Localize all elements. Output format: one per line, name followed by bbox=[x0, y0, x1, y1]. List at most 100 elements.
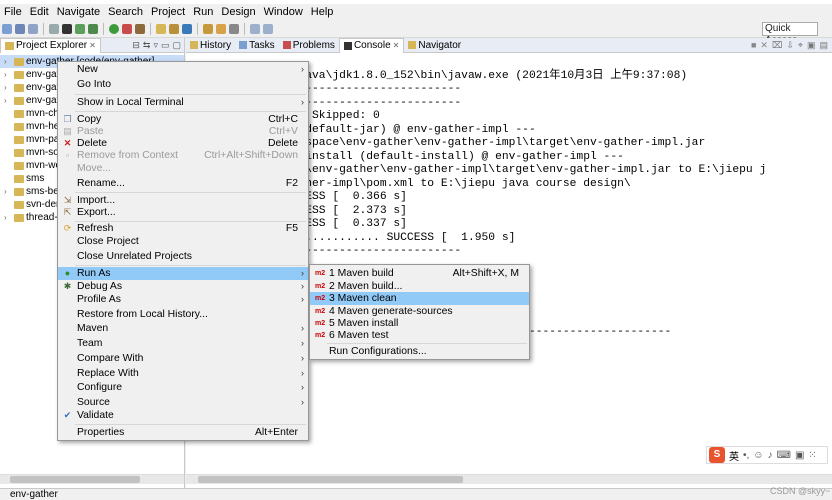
back-icon[interactable] bbox=[250, 23, 260, 34]
menu-item-rename[interactable]: Rename... F2 bbox=[58, 177, 308, 190]
menu-project[interactable]: Project bbox=[147, 6, 189, 18]
display-console-icon[interactable]: ▣ bbox=[807, 40, 816, 51]
run-icon[interactable] bbox=[109, 23, 119, 34]
menu-item-close-project[interactable]: Close Project bbox=[58, 235, 308, 248]
menu-run[interactable]: Run bbox=[189, 6, 217, 18]
ime-language-toggle[interactable]: 英 bbox=[729, 448, 739, 463]
menu-item-new[interactable]: New › bbox=[58, 63, 308, 76]
menu-item-maven-clean[interactable]: m2 3 Maven clean bbox=[310, 292, 529, 305]
menu-help[interactable]: Help bbox=[307, 6, 338, 18]
open-type-icon[interactable] bbox=[203, 23, 213, 34]
menu-file[interactable]: File bbox=[0, 6, 26, 18]
sogou-logo-icon[interactable]: S bbox=[709, 447, 725, 463]
toolbox-icon[interactable]: ⁙ bbox=[808, 450, 816, 461]
menu-item-remove-from-context[interactable]: ▫ Remove from Context Ctrl+Alt+Shift+Down bbox=[58, 149, 308, 162]
menu-item-debug-as[interactable]: ✱ Debug As › bbox=[58, 280, 308, 293]
new-icon[interactable] bbox=[2, 23, 12, 34]
menu-item-go-into[interactable]: Go Into bbox=[58, 78, 308, 91]
expand-arrow-icon[interactable]: › bbox=[4, 185, 12, 198]
menu-item-label: Move... bbox=[77, 163, 112, 174]
submenu-arrow-icon: › bbox=[301, 64, 304, 74]
menu-design[interactable]: Design bbox=[217, 6, 259, 18]
submenu-arrow-icon: › bbox=[301, 97, 304, 107]
tab-console[interactable]: Console ✕ bbox=[338, 37, 405, 53]
expand-arrow-icon[interactable]: › bbox=[4, 94, 12, 107]
save-icon[interactable] bbox=[15, 23, 25, 34]
menu-item-maven-build[interactable]: m2 1 Maven build Alt+Shift+X, M bbox=[310, 267, 529, 280]
project-icon bbox=[14, 148, 24, 157]
close-icon[interactable]: ✕ bbox=[393, 38, 400, 53]
menu-item-team[interactable]: Team › bbox=[58, 337, 308, 350]
menu-item-compare-with[interactable]: Compare With › bbox=[58, 352, 308, 365]
project-icon bbox=[14, 135, 24, 144]
save-all-icon[interactable] bbox=[28, 23, 38, 34]
menu-item-profile-as[interactable]: Profile As › bbox=[58, 293, 308, 306]
new-package-icon[interactable] bbox=[169, 23, 179, 34]
menu-item-close-unrelated[interactable]: Close Unrelated Projects bbox=[58, 250, 308, 263]
menu-item-maven-test[interactable]: m2 6 Maven test bbox=[310, 329, 529, 342]
emoji-icon[interactable]: ☺ bbox=[753, 450, 763, 461]
forward-icon[interactable] bbox=[263, 23, 273, 34]
link-editor-icon[interactable]: ⇆ bbox=[143, 40, 151, 51]
coverage-icon[interactable] bbox=[135, 23, 145, 34]
menu-item-move[interactable]: Move... bbox=[58, 162, 308, 175]
server-icon[interactable] bbox=[49, 23, 59, 34]
open-task-icon[interactable] bbox=[229, 23, 239, 34]
voice-icon[interactable]: ♪ bbox=[768, 450, 773, 461]
menu-item-refresh[interactable]: ⟳ Refresh F5 bbox=[58, 222, 308, 235]
menu-search[interactable]: Search bbox=[104, 6, 147, 18]
menu-edit[interactable]: Edit bbox=[26, 6, 53, 18]
menu-item-configure[interactable]: Configure › bbox=[58, 381, 308, 394]
menu-navigate[interactable]: Navigate bbox=[53, 6, 104, 18]
pin-console-icon[interactable]: ⌖ bbox=[798, 40, 803, 51]
tab-problems[interactable]: Problems bbox=[279, 38, 339, 53]
menu-item-restore-history[interactable]: Restore from Local History... bbox=[58, 308, 308, 321]
clear-console-icon[interactable]: ⌧ bbox=[772, 40, 782, 51]
collapse-all-icon[interactable]: ⊟ bbox=[132, 40, 140, 51]
menu-item-run-configurations[interactable]: Run Configurations... bbox=[310, 345, 529, 358]
check-icon: ✔ bbox=[63, 410, 72, 420]
scrollbar-thumb[interactable] bbox=[198, 476, 463, 483]
maximize-icon[interactable]: ▢ bbox=[172, 40, 181, 51]
menu-item-run-as[interactable]: ● Run As › bbox=[58, 267, 308, 280]
scroll-lock-icon[interactable]: ⇩ bbox=[786, 40, 794, 51]
menu-separator bbox=[327, 343, 527, 344]
menu-item-properties[interactable]: Properties Alt+Enter bbox=[58, 426, 308, 439]
open-console-icon[interactable]: ▤ bbox=[819, 40, 828, 51]
minimize-icon[interactable]: ▭ bbox=[161, 40, 170, 51]
new-class-icon[interactable] bbox=[182, 23, 192, 34]
keyboard-icon[interactable]: ⌨ bbox=[777, 450, 791, 461]
view-menu-icon[interactable]: ▿ bbox=[153, 40, 158, 51]
remove-launch-icon[interactable]: ✕ bbox=[760, 40, 768, 51]
tab-history[interactable]: History bbox=[186, 38, 235, 53]
punctuation-icon[interactable]: •, bbox=[743, 450, 749, 461]
new-java-project-icon[interactable] bbox=[156, 23, 166, 34]
menu-item-replace-with[interactable]: Replace With › bbox=[58, 367, 308, 380]
expand-arrow-icon[interactable]: › bbox=[4, 55, 12, 68]
tab-navigator[interactable]: Navigator bbox=[404, 38, 465, 53]
skin-icon[interactable]: ▣ bbox=[795, 450, 804, 461]
stop-icon[interactable] bbox=[122, 23, 132, 34]
scrollbar-thumb[interactable] bbox=[10, 476, 140, 483]
expand-arrow-icon[interactable]: › bbox=[4, 211, 12, 224]
close-icon[interactable]: ✕ bbox=[89, 38, 96, 53]
quick-access-input[interactable]: Quick Access bbox=[762, 22, 818, 46]
debug-icon[interactable] bbox=[75, 23, 85, 34]
menu-item-maven[interactable]: Maven › bbox=[58, 322, 308, 335]
menu-item-export[interactable]: ⇱ Export... bbox=[58, 206, 308, 219]
explorer-horizontal-scrollbar[interactable] bbox=[0, 474, 184, 484]
terminate-icon[interactable]: ■ bbox=[751, 40, 756, 50]
terminal-icon[interactable] bbox=[62, 23, 72, 34]
console-horizontal-scrollbar[interactable] bbox=[186, 474, 832, 484]
expand-arrow-icon[interactable]: › bbox=[4, 81, 12, 94]
menu-item-show-in-terminal[interactable]: Show in Local Terminal › bbox=[58, 96, 308, 109]
search-icon[interactable] bbox=[216, 23, 226, 34]
tab-tasks[interactable]: Tasks bbox=[235, 38, 279, 53]
expand-arrow-icon[interactable]: › bbox=[4, 68, 12, 81]
menu-window[interactable]: Window bbox=[260, 6, 307, 18]
menu-item-validate[interactable]: ✔ Validate bbox=[58, 409, 308, 422]
remove-context-icon: ▫ bbox=[65, 150, 70, 160]
ext-tools-icon[interactable] bbox=[88, 23, 98, 34]
tab-project-explorer[interactable]: Project Explorer ✕ bbox=[0, 37, 101, 53]
menu-item-source[interactable]: Source › bbox=[58, 396, 308, 409]
